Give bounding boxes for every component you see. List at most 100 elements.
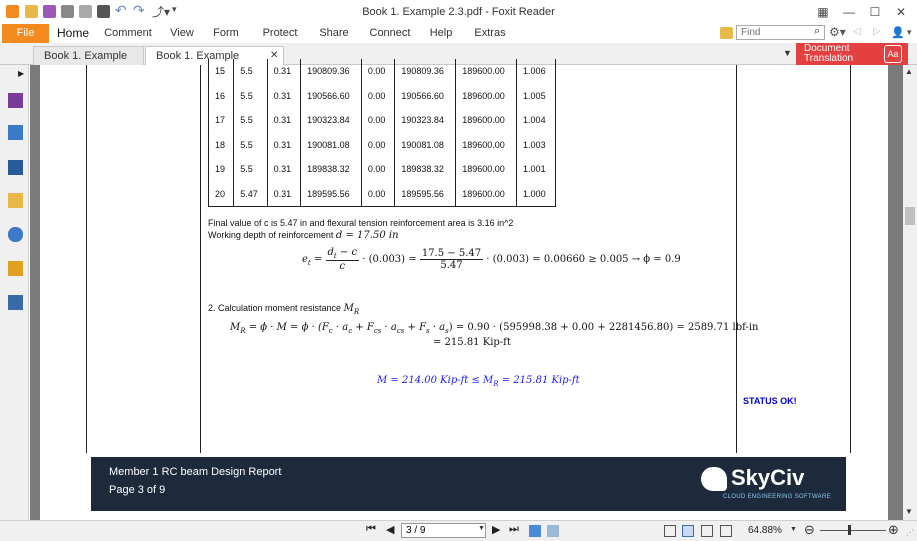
tab-list-dropdown-icon[interactable]: ▼ [783, 48, 792, 58]
gear-icon[interactable]: ⚙▾ [829, 25, 846, 39]
ribbon-tabs: File Home Comment View Form Protect Shar… [0, 24, 917, 43]
table-cell: 190323.84 [300, 108, 362, 133]
find-input[interactable] [736, 25, 825, 40]
tab-home[interactable]: Home [54, 24, 92, 43]
table-cell: 0.31 [266, 59, 302, 84]
et-sub: t [307, 259, 311, 267]
table-cell: 0.00 [360, 83, 396, 108]
table-cell: 190809.36 [394, 59, 457, 84]
status-ok-label: STATUS OK! [743, 396, 797, 406]
table-cell: 17 [207, 108, 235, 133]
ribbon-menu-icon[interactable]: ▾ [907, 27, 912, 38]
layers-icon[interactable] [8, 160, 23, 175]
previous-view-icon[interactable] [529, 525, 541, 537]
table-row: 15 5.5 0.31 190809.36 0.00 190809.36 189600.00… [207, 59, 556, 84]
facing-page-icon[interactable] [701, 525, 713, 537]
table-cell: 190566.60 [300, 83, 362, 108]
iteration-table: 15 5.5 0.31 190809.36 0.00 190809.36 189600.00… [207, 59, 556, 207]
forward-arrow-icon[interactable]: ▷ [873, 26, 881, 37]
table-cell: 190566.60 [394, 83, 457, 108]
last-page-icon[interactable]: ⏭ [509, 523, 519, 536]
fraction2-denominator: 5.47 [440, 260, 463, 271]
maximize-button[interactable]: ☐ [864, 4, 886, 20]
table-cell: 5.47 [233, 181, 268, 207]
page-dropdown-icon[interactable]: ▼ [478, 525, 485, 532]
find-folder-icon[interactable] [720, 27, 733, 39]
zoom-in-icon[interactable]: ⊕ [888, 522, 899, 538]
table-cell: 0.00 [360, 132, 396, 157]
lock-icon[interactable] [8, 261, 23, 276]
restore-grid-icon[interactable]: ▦ [812, 4, 834, 20]
next-view-icon[interactable] [547, 525, 559, 537]
table-cell: 5.5 [233, 83, 268, 108]
document-translation-button[interactable]: Document Translation Aa [796, 43, 908, 65]
scroll-thumb[interactable] [905, 207, 915, 225]
resize-grip-icon[interactable]: ⋰ [906, 528, 914, 537]
et-mid2: · (0.003) = 0.00660 ≥ 0.005 → ϕ = 0.9 [486, 254, 681, 265]
tab-protect[interactable]: Protect [259, 24, 301, 43]
table-cell: 0.00 [360, 59, 396, 84]
signature-icon[interactable] [8, 295, 23, 310]
tab-help[interactable]: Help [427, 24, 455, 43]
page-border-inner-right [736, 65, 737, 453]
skyciv-logo-icon [701, 467, 727, 491]
continuous-page-icon[interactable] [682, 525, 694, 537]
zoom-out-icon[interactable]: ⊖ [804, 522, 815, 538]
tab-share[interactable]: Share [318, 24, 350, 43]
comments-icon[interactable] [8, 193, 23, 208]
table-cell: 1.006 [516, 59, 556, 84]
tab-view[interactable]: View [166, 24, 198, 43]
pages-icon[interactable] [8, 125, 23, 140]
minimize-button[interactable]: — [838, 4, 860, 20]
moment-equation-line1: MR = ϕ · M = ϕ · (Fc · ac + Fcs · acs + … [230, 322, 759, 335]
zoom-slider-track[interactable] [820, 530, 886, 531]
zoom-slider-thumb[interactable] [848, 525, 851, 535]
vertical-scrollbar[interactable]: ▲ ▼ [903, 65, 917, 520]
previous-page-icon[interactable]: ◀ [386, 523, 394, 536]
tab-comment[interactable]: Comment [103, 24, 153, 43]
tab-form[interactable]: Form [210, 24, 242, 43]
zoom-dropdown-icon[interactable]: ▼ [790, 526, 797, 533]
back-arrow-icon[interactable]: ◁ [853, 26, 861, 37]
zoom-level[interactable]: 64.88% [748, 525, 782, 536]
continuous-facing-icon[interactable] [720, 525, 732, 537]
table-cell: 1.004 [516, 108, 556, 133]
table-cell: 0.31 [266, 83, 302, 108]
attachment-icon[interactable] [8, 227, 23, 242]
working-depth-line: Working depth of reinforcement d = 17.50… [208, 230, 399, 241]
table-cell: 0.31 [266, 108, 302, 133]
title-bar: ↶ ↷ ⤴▾ ▾ Book 1. Example 2.3.pdf - Foxit… [0, 0, 917, 24]
fraction-numeric: 17.5 − 5.47 5.47 [419, 248, 484, 271]
first-page-icon[interactable]: ⏮ [366, 523, 376, 536]
doc-tab-example-4-2[interactable]: Book 1. Example 4.2. [33, 46, 144, 80]
scroll-down-arrow[interactable]: ▼ [905, 507, 913, 516]
table-cell: 0.00 [360, 157, 396, 182]
table-cell: 5.5 [233, 108, 268, 133]
file-tab[interactable]: File [2, 24, 49, 43]
table-cell: 1.005 [516, 83, 556, 108]
page-number-input[interactable] [401, 523, 486, 538]
close-button[interactable]: ✕ [890, 4, 912, 20]
pdf-page: 15 5.5 0.31 190809.36 0.00 190809.36 189600.00… [40, 59, 888, 520]
next-page-icon[interactable]: ▶ [492, 523, 500, 536]
window-title: Book 1. Example 2.3.pdf - Foxit Reader [362, 6, 555, 18]
tab-connect[interactable]: Connect [369, 24, 411, 43]
user-icon[interactable]: 👤 [891, 26, 905, 39]
tab-extras[interactable]: Extras [472, 24, 508, 43]
single-page-icon[interactable] [664, 525, 676, 537]
table-cell: 189600.00 [455, 157, 518, 182]
working-depth-text: Working depth of reinforcement [208, 230, 334, 240]
page-border-right [850, 65, 851, 453]
table-cell: 19 [207, 157, 235, 182]
page-border-left [86, 65, 87, 453]
section2-math: MR [343, 303, 360, 316]
arrow-right-icon[interactable]: ▶ [18, 69, 24, 78]
table-cell: 189595.56 [394, 181, 457, 207]
table-cell: 0.00 [360, 181, 396, 207]
status-bar: ⏮ ◀ ▼ ▶ ⏭ 64.88% ▼ ⊖ ⊕ ⋰ [0, 520, 917, 541]
scroll-up-arrow[interactable]: ▲ [905, 67, 913, 76]
bookmark-icon[interactable] [8, 93, 23, 108]
table-cell: 190809.36 [300, 59, 362, 84]
search-icon[interactable]: ⌕ [814, 25, 820, 38]
table-cell: 190081.08 [394, 132, 457, 157]
